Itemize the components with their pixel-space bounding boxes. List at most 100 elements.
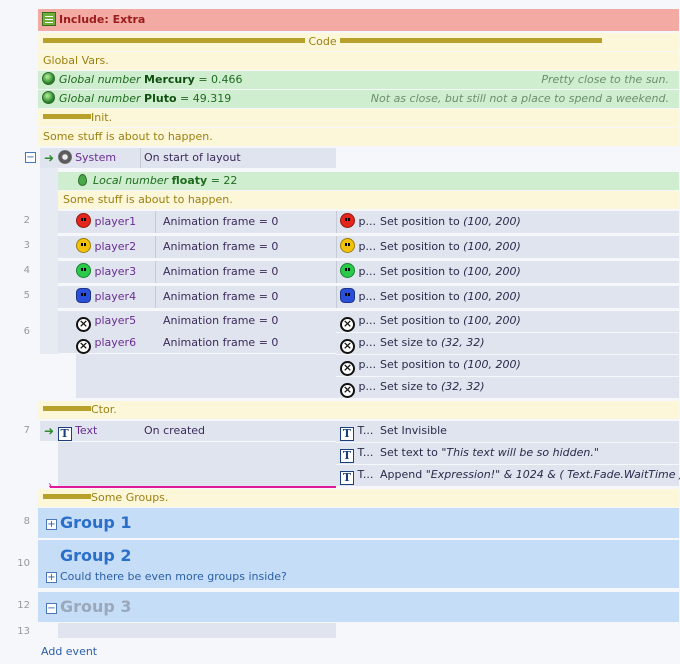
condition-object-cell: player2: [76, 237, 136, 257]
action-row[interactable]: × p... Set position to (100, 200): [336, 355, 679, 376]
red-sprite-icon: [340, 213, 355, 228]
var-kind: Global number: [59, 73, 141, 86]
group-3[interactable]: − Group 3: [38, 592, 679, 622]
comment-code[interactable]: Code: [38, 33, 679, 51]
group-title: Group 1: [60, 513, 132, 532]
action-row[interactable]: × p... Set size to (32, 32): [336, 377, 679, 398]
condition-object-cell: player4: [76, 287, 136, 307]
group-description: Could there be even more groups inside?: [60, 570, 287, 583]
event-blank-area[interactable]: [58, 442, 336, 486]
comment-some-groups[interactable]: Some Groups.: [38, 489, 679, 507]
add-event-link[interactable]: Add event: [41, 645, 97, 658]
condition-object-cell: × player6: [76, 333, 136, 354]
action-label: Set Invisible: [380, 424, 447, 437]
action-args: (100, 200): [463, 240, 521, 253]
local-var-row[interactable]: Local number floaty = 22: [58, 172, 679, 190]
group-title: Group 3: [60, 597, 132, 616]
globe-icon: [42, 91, 55, 104]
action-row[interactable]: T T... Append "Expression!" & 1024 & ( T…: [336, 465, 680, 486]
action-label: Set size to: [380, 380, 438, 393]
action-object-cell: p...: [340, 212, 376, 232]
green-sprite-icon: [76, 263, 91, 278]
action-object-cell: × p...: [340, 355, 376, 376]
action-row[interactable]: × p... Set size to (32, 32): [336, 333, 679, 354]
event-row[interactable]: ➜ T Text On created: [40, 421, 336, 441]
comment-ctor[interactable]: Ctor.: [38, 401, 679, 419]
comment-stuff[interactable]: Some stuff is about to happen.: [38, 128, 679, 146]
action-object: T...: [357, 468, 374, 481]
global-var-row[interactable]: Global number Pluto = 49.319 Not as clos…: [38, 90, 679, 108]
action-label: Set position to: [380, 358, 460, 371]
action-object-cell: × p...: [340, 311, 376, 332]
blue-sprite-icon: [76, 288, 91, 303]
var-name: Pluto: [144, 92, 177, 105]
action-label: Set position to: [380, 265, 460, 278]
line-number: 10: [17, 558, 30, 569]
trigger-arrow-icon: ➜: [44, 424, 55, 438]
condition-object: player6: [94, 336, 137, 349]
event-row[interactable]: player4 Animation frame = 0 p... Set pos…: [58, 286, 679, 308]
action-text: Set position to (100, 200): [380, 287, 521, 307]
comment-bar: [43, 114, 91, 119]
action-text: Append "Expression!" & 1024 & ( Text.Fad…: [380, 465, 680, 485]
comment-text: Init.: [91, 111, 113, 124]
event-row[interactable]: player3 Animation frame = 0 p... Set pos…: [58, 261, 679, 283]
event-row[interactable]: player1 Animation frame = 0 p... Set pos…: [58, 211, 679, 233]
action-text: Set size to (32, 32): [380, 333, 485, 353]
action-args: (32, 32): [440, 336, 485, 349]
condition-text: Animation frame = 0: [163, 215, 279, 228]
var-name: Mercury: [144, 73, 195, 86]
action-row[interactable]: T T... Set text to "This text will be so…: [336, 443, 679, 464]
condition-text: Animation frame = 0: [163, 265, 279, 278]
group-2[interactable]: Group 2 + Could there be even more group…: [38, 540, 679, 588]
event-row[interactable]: ➜ System On start of layout: [40, 148, 336, 168]
action-object: p...: [358, 314, 376, 327]
x-sprite-icon: ×: [340, 317, 355, 332]
action-object: p...: [358, 215, 376, 228]
action-row[interactable]: T T... Set Invisible: [336, 421, 679, 442]
expand-toggle-icon[interactable]: +: [46, 519, 57, 530]
global-var-row[interactable]: Global number Mercury = 0.466 Pretty clo…: [38, 71, 679, 89]
x-sprite-icon: ×: [340, 383, 355, 398]
event-blank-area[interactable]: [76, 354, 336, 398]
include-row[interactable]: Include: Extra: [38, 9, 679, 31]
action-text: Set text to "This text will be so hidden…: [380, 443, 599, 463]
action-label: Set position to: [380, 314, 460, 327]
line-number: 5: [23, 290, 30, 301]
action-label: Set position to: [380, 215, 460, 228]
line-number: 7: [23, 425, 30, 436]
action-args: (100, 200): [463, 358, 521, 371]
action-text: Set position to (100, 200): [380, 311, 521, 331]
condition-object: Text: [75, 424, 98, 437]
comment-global-vars[interactable]: Global Vars.: [38, 52, 679, 70]
empty-event[interactable]: [58, 623, 336, 638]
var-kind: Global number: [59, 92, 141, 105]
expand-toggle-icon[interactable]: +: [46, 572, 57, 583]
condition-object-cell: player1: [76, 212, 136, 232]
line-number: 3: [23, 240, 30, 251]
action-text: Set Invisible: [380, 421, 447, 441]
group-1[interactable]: + Group 1: [38, 508, 679, 538]
comment-stuff-inner[interactable]: Some stuff is about to happen.: [58, 191, 679, 209]
action-row[interactable]: × p... Set position to (100, 200): [336, 311, 679, 332]
action-label: Set position to: [380, 240, 460, 253]
action-object: T...: [357, 446, 374, 459]
event-row[interactable]: player2 Animation frame = 0 p... Set pos…: [58, 236, 679, 258]
condition-object: player3: [94, 265, 137, 278]
red-sprite-icon: [76, 213, 91, 228]
comment-bar: [43, 38, 305, 43]
green-sprite-icon: [340, 263, 355, 278]
action-label: Set text to: [380, 446, 438, 459]
text-object-icon: T: [340, 427, 354, 441]
condition-object: player4: [94, 290, 137, 303]
collapse-toggle-icon[interactable]: −: [25, 152, 36, 163]
line-number: 2: [23, 215, 30, 226]
event-row[interactable]: × player5 Animation frame = 0 × player6 …: [58, 311, 336, 354]
comment-init[interactable]: Init.: [38, 109, 679, 127]
collapse-toggle-icon[interactable]: −: [46, 603, 57, 614]
action-label: Set size to: [380, 336, 438, 349]
insert-marker: [50, 486, 336, 488]
x-sprite-icon: ×: [340, 339, 355, 354]
var-kind: Local number: [93, 174, 169, 187]
action-object-cell: p...: [340, 287, 376, 307]
